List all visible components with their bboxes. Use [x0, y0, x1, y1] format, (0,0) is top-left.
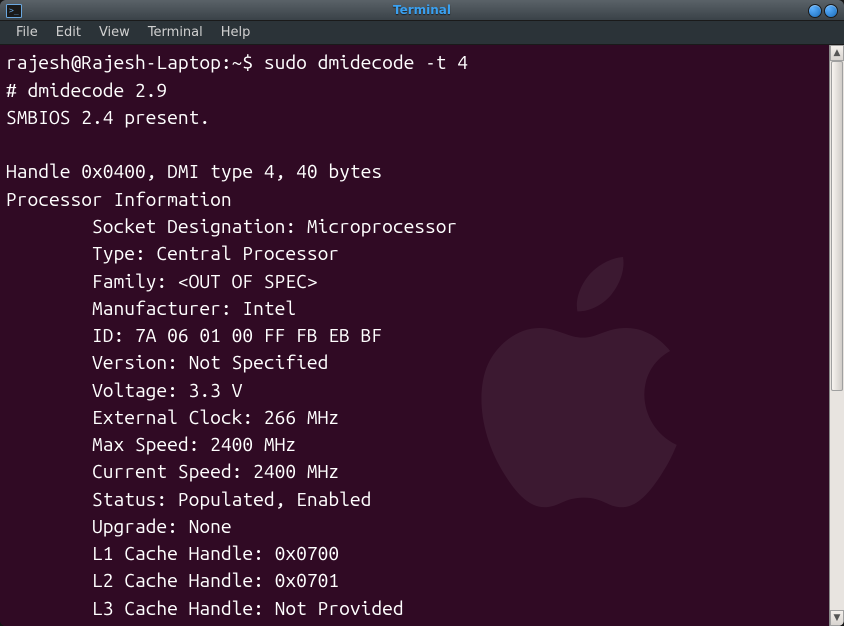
menubar: File Edit View Terminal Help	[0, 21, 844, 46]
output-line: Processor Information	[6, 188, 232, 210]
command-text: sudo dmidecode -t 4	[264, 51, 468, 73]
output-line: Type: Central Processor	[6, 242, 339, 264]
window-controls	[808, 4, 838, 18]
output-line: Manufacturer: Intel	[6, 297, 296, 319]
scroll-thumb[interactable]	[831, 61, 843, 390]
output-line: Voltage: 3.3 V	[6, 379, 242, 401]
minimize-button[interactable]	[808, 4, 822, 18]
output-line: Handle 0x0400, DMI type 4, 40 bytes	[6, 160, 382, 182]
output-line: ID: 7A 06 01 00 FF FB EB BF	[6, 324, 382, 346]
output-line: External Clock: 266 MHz	[6, 406, 339, 428]
terminal-area: rajesh@Rajesh-Laptop:~$ sudo dmidecode -…	[0, 45, 844, 626]
terminal-window: >_ Terminal File Edit View Terminal Help…	[0, 0, 844, 626]
output-line: Current Speed: 2400 MHz	[6, 460, 339, 482]
output-line: L1 Cache Handle: 0x0700	[6, 542, 339, 564]
maximize-button[interactable]	[824, 4, 838, 18]
output-line: Status: Populated, Enabled	[6, 488, 371, 510]
menu-file[interactable]: File	[8, 22, 46, 43]
scroll-track[interactable]	[830, 61, 844, 610]
output-line: Upgrade: None	[6, 515, 232, 537]
output-line: Max Speed: 2400 MHz	[6, 433, 296, 455]
menu-help[interactable]: Help	[213, 22, 259, 43]
output-line: # dmidecode 2.9	[6, 79, 167, 101]
terminal-output[interactable]: rajesh@Rajesh-Laptop:~$ sudo dmidecode -…	[0, 45, 829, 626]
output-line: Version: Not Specified	[6, 351, 328, 373]
menu-edit[interactable]: Edit	[48, 22, 89, 43]
output-line: Socket Designation: Microprocessor	[6, 215, 457, 237]
output-line: L3 Cache Handle: Not Provided	[6, 597, 404, 619]
titlebar[interactable]: >_ Terminal	[0, 0, 844, 21]
scroll-up-button[interactable]: ▲	[830, 45, 844, 61]
output-line: SMBIOS 2.4 present.	[6, 106, 210, 128]
menu-view[interactable]: View	[91, 22, 138, 43]
background-logo	[429, 225, 709, 565]
vertical-scrollbar[interactable]: ▲ ▼	[829, 45, 844, 626]
output-line: Family: <OUT OF SPEC>	[6, 270, 318, 292]
window-title: Terminal	[0, 3, 844, 17]
svg-text:>_: >_	[9, 6, 19, 15]
menu-terminal[interactable]: Terminal	[140, 22, 211, 43]
shell-prompt: rajesh@Rajesh-Laptop:~$	[6, 51, 264, 73]
output-line: L2 Cache Handle: 0x0701	[6, 569, 339, 591]
app-icon: >_	[6, 3, 22, 19]
scroll-down-button[interactable]: ▼	[830, 610, 844, 626]
